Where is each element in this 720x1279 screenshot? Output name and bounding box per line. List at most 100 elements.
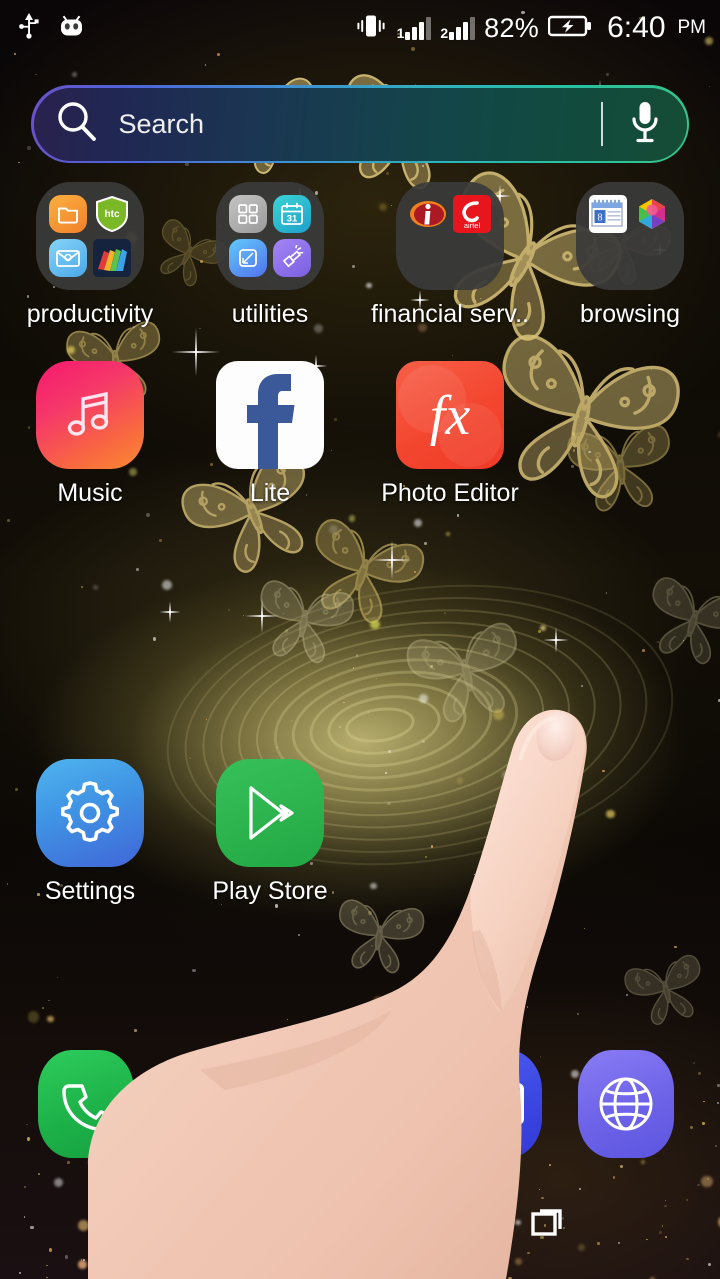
folder-empty-slot [589,239,627,277]
search-icon [54,99,100,150]
glitter-particle [72,72,78,78]
search-bar[interactable]: Search [31,85,689,163]
glitter-particle [275,904,279,908]
folder-utilities[interactable]: 31 utilities [180,182,360,327]
glitter-particle [134,1029,137,1032]
glitter-particle [489,1164,493,1168]
folder-preview-grid: 31 [216,182,324,290]
app-label: Photo Editor [381,481,519,506]
dock-browser[interactable] [578,1050,674,1162]
app-label: Lite [249,481,291,506]
phone-handset-icon [38,1050,134,1158]
glitter-particle [701,1176,713,1188]
glitter-particle [220,904,222,906]
glitter-particle [511,934,518,941]
svg-text:31: 31 [287,214,298,225]
app-play-store[interactable]: Play Store [180,759,360,904]
glitter-particle [54,1177,64,1187]
glitter-particle [674,945,677,949]
folder-browsing[interactable]: 8 browsing [540,182,720,327]
butterfly-decoration [610,930,719,1039]
globe-icon [578,1050,674,1158]
svg-text:airtel: airtel [464,221,481,230]
android-home-screen: 1 2 82% 6:40 PM Search htc productivity … [0,0,720,1279]
flashlight-icon [273,239,311,277]
folder-preview-grid: htc [36,182,144,290]
folder-empty-slot [409,239,447,277]
glitter-particle [204,64,206,66]
glitter-particle [42,1006,45,1009]
folder-empty-slot [633,239,671,277]
battery-percent-label: 82% [484,12,540,43]
clock-label: 6:40 [607,11,666,44]
glitter-particle [526,1006,529,1008]
glitter-particle [373,995,385,1007]
glitter-particle [34,73,37,76]
gear-icon [36,759,144,867]
svg-text:htc: htc [105,209,120,220]
glitter-particle [380,1177,385,1182]
glitter-particle [583,928,585,930]
google-news-icon: 8 [589,195,627,233]
sim1-signal-indicator: 1 [397,16,432,40]
app-photo-editor[interactable]: fx Photo Editor [360,361,540,506]
glitter-particle [17,161,20,164]
glitter-particle [91,1175,95,1179]
glitter-particle [332,1025,334,1027]
file-manager-icon [49,195,87,233]
photo-gallery-icon [633,195,671,233]
app-row: Settings Play Store [0,759,720,904]
glitter-particle [612,1176,616,1179]
app-facebook-lite[interactable]: Lite [180,361,360,506]
airtel-icon: airtel [453,195,491,233]
screenshot-icon [229,239,267,277]
folder-financial-services[interactable]: airtel financial serv.. [360,182,540,327]
glitter-particle [47,1015,54,1023]
email-icon [49,239,87,277]
glitter-particle [297,933,300,936]
folder-productivity[interactable]: htc productivity [0,182,180,327]
microphone-icon[interactable] [629,99,661,150]
sim2-signal-indicator: 2 [440,16,476,40]
svg-text:8: 8 [598,213,603,224]
dock-contacts[interactable] [446,1050,542,1162]
clock-ampm-label: PM [677,17,707,38]
app-settings[interactable]: Settings [0,759,180,904]
search-input[interactable]: Search [119,109,601,140]
dock [0,1050,720,1162]
app-row: Music Lite fx Photo Editor [0,361,720,506]
cyanogenmod-robot-icon [58,13,85,44]
dock-phone[interactable] [38,1050,134,1162]
vibrate-icon [354,13,388,44]
icici-bank-icon [409,195,447,233]
navigation-bar [0,1187,720,1279]
app-label: Settings [44,879,136,904]
glitter-particle [28,1011,40,1023]
contact-card-icon [446,1050,542,1158]
glitter-particle [37,1172,40,1175]
app-label: Play Store [212,879,328,904]
folder-label: financial serv.. [371,302,529,327]
glitter-particle [286,1018,288,1021]
calculator-icon [229,195,267,233]
glitter-particle [368,911,372,915]
facebook-icon [216,361,324,469]
glitter-particle [519,916,522,919]
htc-shield-icon: htc [93,195,131,233]
search-divider [600,102,603,146]
folder-label: productivity [26,302,154,327]
glitter-particle [185,162,190,167]
glitter-particle [549,1163,552,1166]
folder-preview-grid: 8 [576,182,684,290]
app-row: htc productivity 31 utilities airtel fin… [0,182,720,327]
app-music[interactable]: Music [0,361,180,506]
glitter-particle [240,1168,242,1170]
glitter-particle [577,1013,579,1015]
recent-apps-icon[interactable] [520,1192,580,1252]
folder-preview-grid: airtel [396,182,504,290]
folder-empty-slot [453,239,491,277]
glitter-particle [107,1167,119,1179]
glitter-particle [192,968,196,973]
app-label: Music [57,481,123,506]
polaris-office-icon [93,239,131,277]
